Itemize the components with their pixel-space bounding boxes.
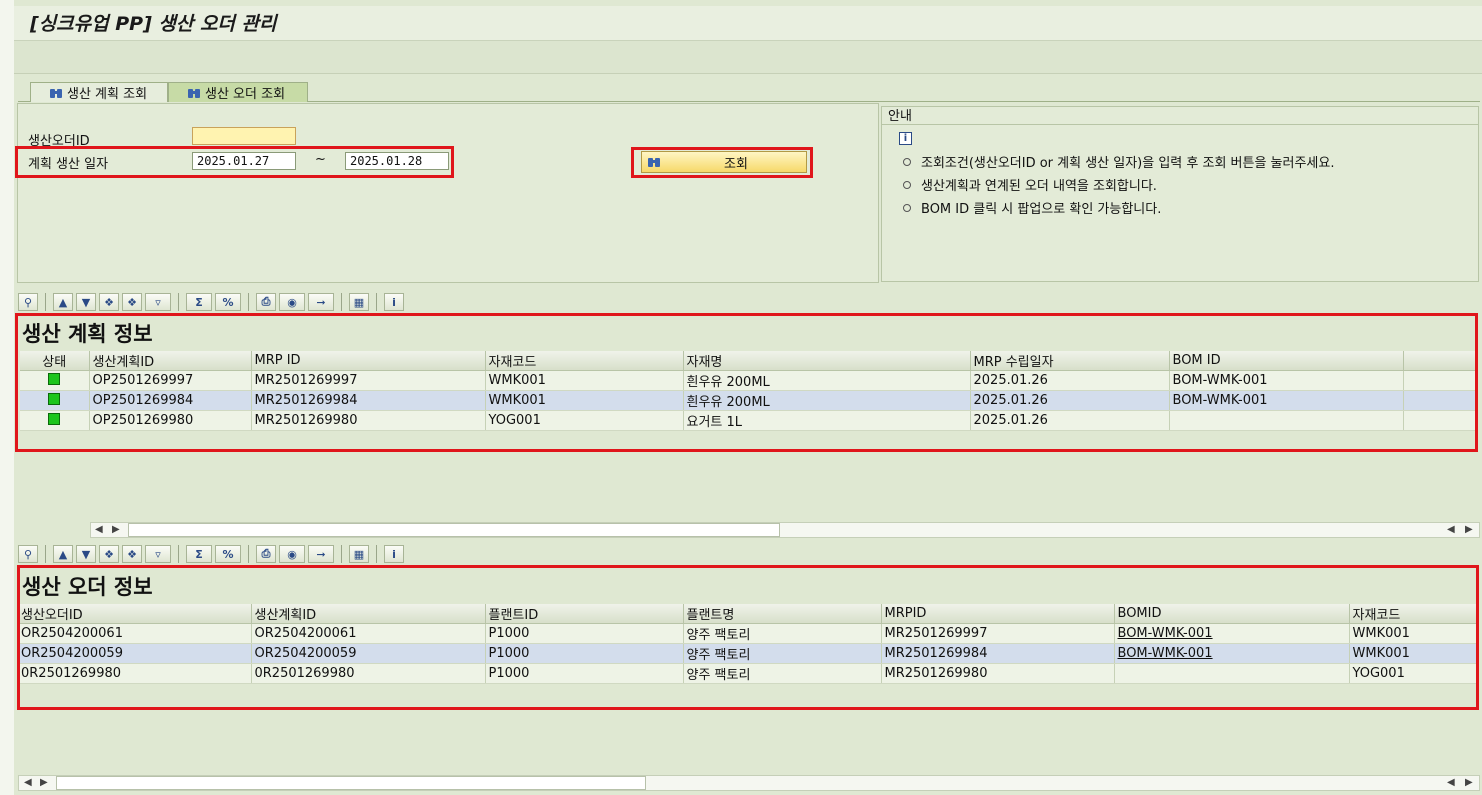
- search-button[interactable]: 조회: [641, 151, 807, 173]
- date-separator: ~: [315, 152, 326, 167]
- find-icon[interactable]: ❖: [99, 293, 119, 311]
- filter-icon[interactable]: ▿: [145, 293, 171, 311]
- separator: [45, 545, 46, 563]
- tab-label: 생산 계획 조회: [67, 87, 148, 102]
- sort-desc-icon[interactable]: ▼: [76, 545, 96, 563]
- print-icon[interactable]: ⎙: [256, 545, 276, 563]
- tab-production-plan[interactable]: 생산 계획 조회: [30, 82, 168, 102]
- guide-line: 생산계획과 연계된 오더 내역을 조회합니다.: [903, 175, 1157, 194]
- date-from-input[interactable]: 2025.01.27: [192, 152, 296, 170]
- sort-asc-icon[interactable]: ▲: [53, 293, 73, 311]
- guide-line-text: BOM ID 클릭 시 팝업으로 확인 가능합니다.: [921, 202, 1162, 217]
- binoculars-icon: [188, 88, 200, 98]
- separator: [376, 293, 377, 311]
- find-next-icon[interactable]: ❖: [122, 545, 142, 563]
- info-icon[interactable]: i: [384, 293, 404, 311]
- separator: [248, 545, 249, 563]
- scroll-left-icon[interactable]: ◀: [95, 524, 103, 535]
- date-to-input[interactable]: 2025.01.28: [345, 152, 449, 170]
- guide-header: [881, 106, 1479, 125]
- scroll-right-icon[interactable]: ▶: [40, 777, 48, 788]
- guide-line-text: 조회조건(생산오더ID or 계획 생산 일자)을 입력 후 조회 버튼을 눌러…: [921, 156, 1335, 171]
- date-label: 계획 생산 일자: [28, 157, 109, 172]
- sum-icon[interactable]: Σ: [186, 293, 212, 311]
- scroll-right-icon[interactable]: ▶: [1465, 777, 1473, 788]
- scroll-right-icon[interactable]: ▶: [1465, 524, 1473, 535]
- separator: [341, 545, 342, 563]
- separator: [341, 293, 342, 311]
- info-icon[interactable]: i: [384, 545, 404, 563]
- find-next-icon[interactable]: ❖: [122, 293, 142, 311]
- order-id-input[interactable]: [192, 127, 296, 145]
- bullet-icon: [903, 180, 911, 189]
- subtotal-icon[interactable]: %: [215, 293, 241, 311]
- export-icon[interactable]: ➞: [308, 545, 334, 563]
- find-icon[interactable]: ❖: [99, 545, 119, 563]
- tab-label: 생산 오더 조회: [205, 87, 286, 102]
- separator: [178, 293, 179, 311]
- search-button-label: 조회: [724, 156, 748, 172]
- filter-icon[interactable]: ▿: [145, 545, 171, 563]
- binoculars-icon: [648, 158, 660, 167]
- plan-grid-toolbar: ⚲ ▲ ▼ ❖ ❖ ▿ Σ % ⎙ ◉ ➞ ▦ i: [18, 291, 404, 313]
- order-grid-highlight: [17, 565, 1479, 710]
- separator: [178, 545, 179, 563]
- layout-icon[interactable]: ▦: [349, 293, 369, 311]
- bullet-icon: [903, 203, 911, 212]
- tab-production-order[interactable]: 생산 오더 조회: [168, 82, 308, 102]
- scroll-right-icon[interactable]: ▶: [112, 524, 120, 535]
- subtotal-icon[interactable]: %: [215, 545, 241, 563]
- guide-panel: [881, 106, 1479, 282]
- separator: [45, 293, 46, 311]
- separator: [248, 293, 249, 311]
- plan-grid-highlight: [15, 313, 1478, 452]
- scroll-thumb[interactable]: [56, 776, 646, 790]
- views-icon[interactable]: ◉: [279, 293, 305, 311]
- print-icon[interactable]: ⎙: [256, 293, 276, 311]
- order-grid-toolbar: ⚲ ▲ ▼ ❖ ❖ ▿ Σ % ⎙ ◉ ➞ ▦ i: [18, 543, 404, 565]
- scroll-left-icon[interactable]: ◀: [1447, 524, 1455, 535]
- info-icon: i: [899, 132, 912, 145]
- left-border-strip: [0, 0, 14, 795]
- application-toolbar: [14, 41, 1482, 74]
- sort-asc-icon[interactable]: ▲: [53, 545, 73, 563]
- details-icon[interactable]: ⚲: [18, 545, 38, 563]
- scroll-left-icon[interactable]: ◀: [24, 777, 32, 788]
- guide-line: BOM ID 클릭 시 팝업으로 확인 가능합니다.: [903, 198, 1161, 217]
- layout-icon[interactable]: ▦: [349, 545, 369, 563]
- search-panel: [17, 103, 879, 283]
- export-icon[interactable]: ➞: [308, 293, 334, 311]
- page-title: [싱크유업 PP] 생산 오더 관리: [30, 13, 277, 35]
- sum-icon[interactable]: Σ: [186, 545, 212, 563]
- guide-line-text: 생산계획과 연계된 오더 내역을 조회합니다.: [921, 179, 1157, 194]
- separator: [376, 545, 377, 563]
- guide-title: 안내: [888, 109, 912, 124]
- scroll-left-icon[interactable]: ◀: [1447, 777, 1455, 788]
- bullet-icon: [903, 157, 911, 166]
- binoculars-icon: [50, 88, 62, 98]
- sort-desc-icon[interactable]: ▼: [76, 293, 96, 311]
- details-icon[interactable]: ⚲: [18, 293, 38, 311]
- views-icon[interactable]: ◉: [279, 545, 305, 563]
- scroll-thumb[interactable]: [128, 523, 780, 537]
- guide-line: 조회조건(생산오더ID or 계획 생산 일자)을 입력 후 조회 버튼을 눌러…: [903, 152, 1335, 171]
